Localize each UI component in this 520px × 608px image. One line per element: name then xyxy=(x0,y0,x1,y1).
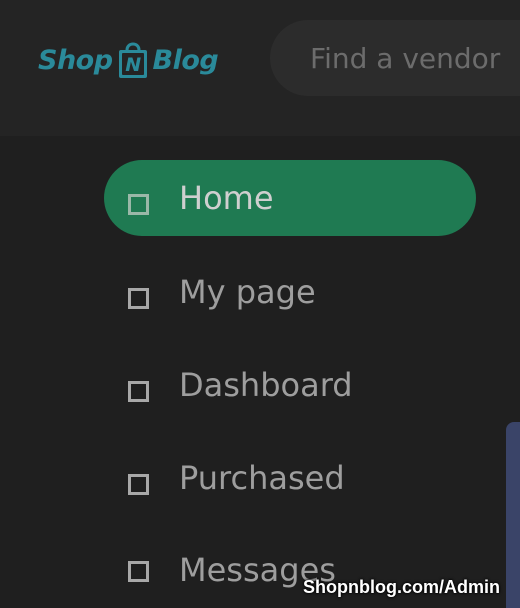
sidebar-item-dashboard[interactable]: Dashboard xyxy=(104,353,476,429)
square-icon xyxy=(128,381,149,402)
square-icon xyxy=(128,194,149,215)
side-panel-tab[interactable] xyxy=(506,422,520,608)
sidebar-item-label: Purchased xyxy=(179,459,345,497)
sidebar-item-my-page[interactable]: My page xyxy=(104,260,476,336)
watermark-text: Shopnblog.com/Admin xyxy=(303,577,500,597)
sidebar-item-home[interactable]: Home xyxy=(104,160,476,236)
sidebar-item-label: Dashboard xyxy=(179,366,353,404)
sidebar-nav: Home My page Dashboard Purchased Message… xyxy=(0,0,520,608)
square-icon xyxy=(128,474,149,495)
sidebar-item-label: Home xyxy=(179,179,274,217)
app-page: Shop N Blog Find a vendor Home My page D… xyxy=(0,0,520,608)
sidebar-item-purchased[interactable]: Purchased xyxy=(104,446,476,522)
sidebar-item-label: My page xyxy=(179,273,316,311)
square-icon xyxy=(128,561,149,582)
square-icon xyxy=(128,288,149,309)
